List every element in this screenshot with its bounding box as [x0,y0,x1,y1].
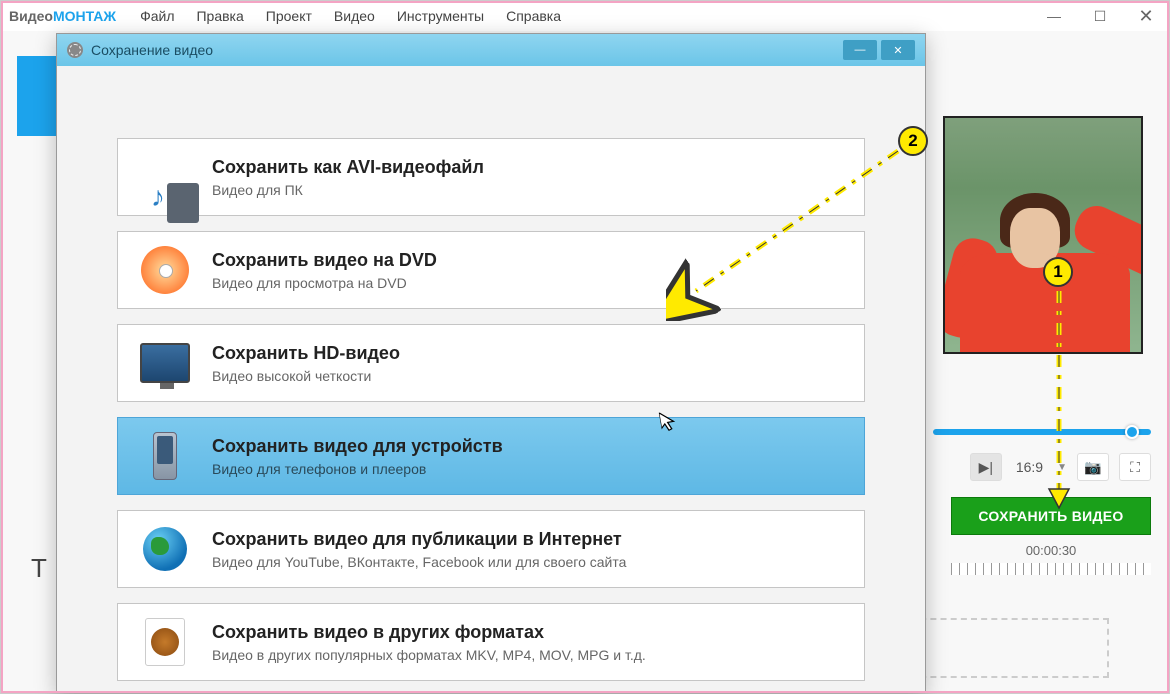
menu-file[interactable]: Файл [140,8,174,24]
menu-video[interactable]: Видео [334,8,375,24]
dialog-close-button[interactable]: ✕ [881,40,915,60]
preview-timeline[interactable] [933,429,1151,435]
fullscreen-icon: ⛶ [1130,459,1140,476]
option-subtitle: Видео в других популярных форматах MKV, … [212,647,646,663]
video-preview[interactable] [943,116,1143,354]
option-save-other[interactable]: Сохранить видео в других форматах Видео … [117,603,865,681]
maximize-button[interactable]: ☐ [1077,1,1123,31]
option-subtitle: Видео высокой четкости [212,368,400,384]
menu-help[interactable]: Справка [506,8,561,24]
aspect-ratio[interactable]: 16:9 [1016,459,1043,475]
option-save-devices[interactable]: Сохранить видео для устройств Видео для … [117,417,865,495]
option-subtitle: Видео для ПК [212,182,484,198]
globe-icon [143,527,187,571]
menu-tools[interactable]: Инструменты [397,8,484,24]
menu-edit[interactable]: Правка [196,8,243,24]
time-ruler [951,563,1151,575]
sidebar-accent [17,56,57,136]
duration-label: 00:00:30 [951,543,1151,558]
option-title: Сохранить видео для устройств [212,436,503,457]
option-subtitle: Видео для YouTube, ВКонтакте, Facebook и… [212,554,626,570]
snapshot-button[interactable]: 📷 [1077,453,1109,481]
option-save-hd[interactable]: Сохранить HD-видео Видео высокой четкост… [117,324,865,402]
close-button[interactable]: ✕ [1123,1,1169,31]
file-reel-icon [145,618,185,666]
main-menu: Файл Правка Проект Видео Инструменты Спр… [140,8,561,24]
option-save-avi[interactable]: ♪ Сохранить как AVI-видеофайл Видео для … [117,138,865,216]
phone-icon [153,432,177,480]
app-logo: ВидеоМОНТАЖ [9,8,116,24]
dialog-title: Сохранение видео [91,42,213,58]
option-save-internet[interactable]: Сохранить видео для публикации в Интерне… [117,510,865,588]
option-title: Сохранить HD-видео [212,343,400,364]
next-frame-button[interactable]: ▶| [970,453,1002,481]
option-title: Сохранить видео для публикации в Интерне… [212,529,626,550]
option-title: Сохранить как AVI-видеофайл [212,157,484,178]
annotation-marker-2: 2 [898,126,928,156]
option-save-dvd[interactable]: Сохранить видео на DVD Видео для просмот… [117,231,865,309]
camera-icon: 📷 [1084,459,1101,476]
menu-project[interactable]: Проект [266,8,312,24]
playhead[interactable] [1125,425,1139,439]
option-title: Сохранить видео в других форматах [212,622,646,643]
option-subtitle: Видео для просмотра на DVD [212,275,437,291]
fullscreen-button[interactable]: ⛶ [1119,453,1151,481]
dvd-disc-icon [141,246,189,294]
monitor-icon [140,343,190,383]
minimize-button[interactable]: — [1031,1,1077,31]
save-video-button[interactable]: СОХРАНИТЬ ВИДЕО [951,497,1151,535]
save-video-dialog: Сохранение видео — ✕ ♪ Сохранить как AVI… [56,33,926,693]
option-subtitle: Видео для телефонов и плееров [212,461,503,477]
annotation-marker-1: 1 [1043,257,1073,287]
option-title: Сохранить видео на DVD [212,250,437,271]
dialog-minimize-button[interactable]: — [843,40,877,60]
ratio-dropdown-icon[interactable]: ▼ [1057,462,1067,473]
dialog-app-icon [67,42,83,58]
